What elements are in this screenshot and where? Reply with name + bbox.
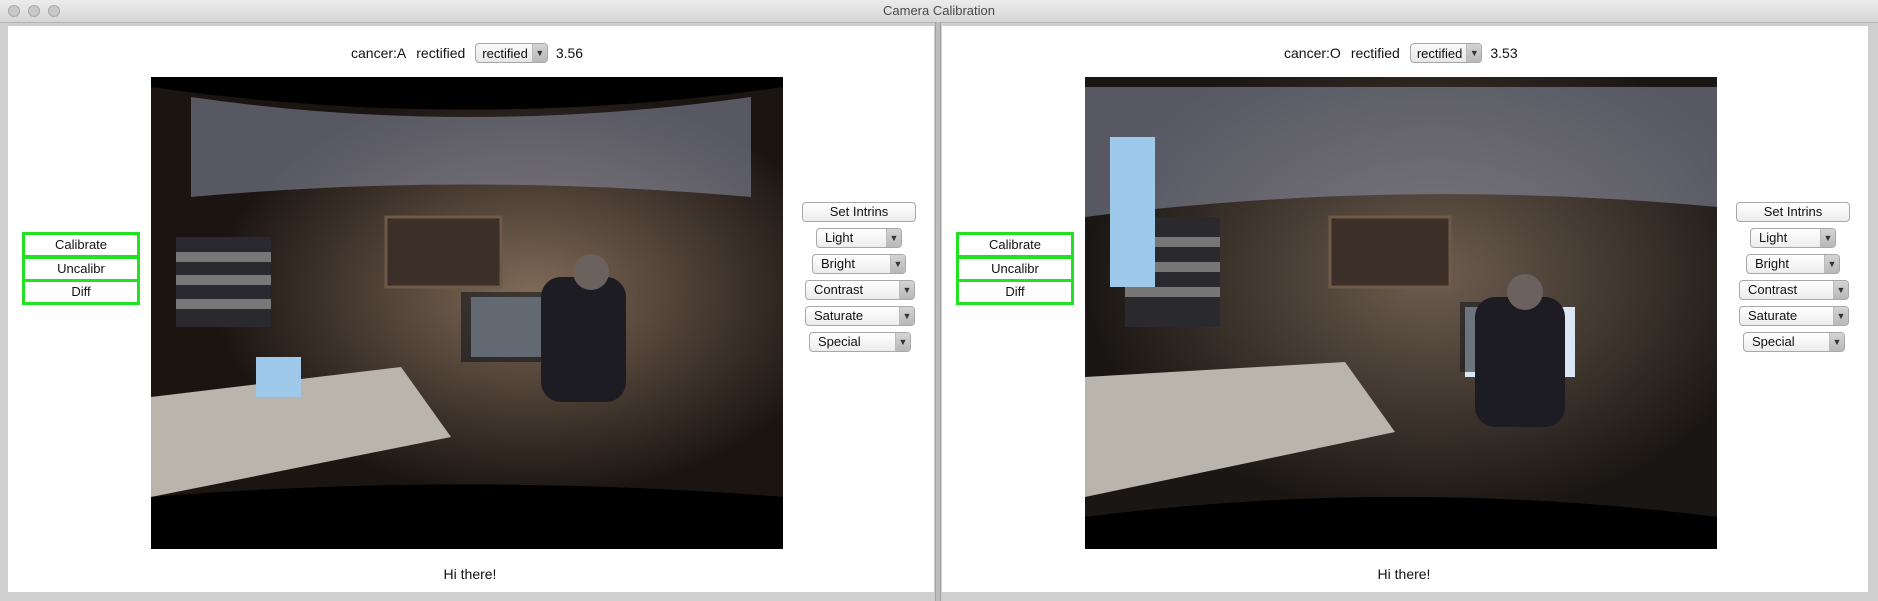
light-select[interactable]: Light ▼	[1750, 228, 1836, 248]
set-intrins-button[interactable]: Set Intrins	[802, 202, 916, 222]
window-title: Camera Calibration	[883, 3, 995, 18]
split-divider[interactable]	[935, 22, 941, 601]
bright-select-label: Bright	[821, 256, 855, 271]
diff-button[interactable]: Diff	[956, 279, 1074, 305]
saturate-select[interactable]: Saturate ▼	[805, 306, 915, 326]
calibration-score: 3.56	[555, 45, 584, 61]
contrast-select[interactable]: Contrast ▼	[1739, 280, 1849, 300]
light-select-label: Light	[825, 230, 854, 245]
pane-header: cancer:O rectified rectified ▼ 3.53	[1284, 42, 1518, 64]
chevron-down-icon: ▼	[1466, 44, 1482, 62]
set-intrins-button[interactable]: Set Intrins	[1736, 202, 1850, 222]
calibration-score: 3.53	[1490, 45, 1518, 61]
camera-pane-right: cancer:O rectified rectified ▼ 3.53 Cali…	[942, 26, 1868, 592]
special-select-label: Special	[818, 334, 861, 349]
chevron-down-icon: ▼	[899, 281, 914, 299]
chevron-down-icon: ▼	[1833, 281, 1848, 299]
contrast-select-label: Contrast	[814, 282, 864, 297]
diff-button[interactable]: Diff	[22, 279, 140, 305]
mode-select-value: rectified	[482, 45, 528, 61]
camera-name: cancer:A	[351, 45, 407, 61]
camera-name: cancer:O	[1284, 45, 1341, 61]
mode-label: rectified	[416, 45, 466, 61]
camera-pane-left: cancer:A rectified rectified ▼ 3.56 Cali…	[8, 26, 934, 592]
chevron-down-icon: ▼	[886, 229, 901, 247]
camera-frame	[151, 77, 783, 549]
camera-frame	[1085, 77, 1717, 549]
chevron-down-icon: ▼	[895, 333, 910, 351]
camera-image	[151, 77, 783, 549]
light-select-label: Light	[1759, 230, 1788, 245]
contrast-select-label: Contrast	[1748, 282, 1798, 297]
chevron-down-icon: ▼	[1820, 229, 1835, 247]
pane-header: cancer:A rectified rectified ▼ 3.56	[351, 42, 583, 64]
special-select[interactable]: Special ▼	[1743, 332, 1845, 352]
mode-select[interactable]: rectified ▼	[475, 43, 548, 63]
status-message: Hi there!	[1377, 566, 1431, 582]
saturate-select[interactable]: Saturate ▼	[1739, 306, 1849, 326]
calibrate-button[interactable]: Calibrate	[956, 232, 1074, 258]
calibrate-button[interactable]: Calibrate	[22, 232, 140, 258]
app-window: Camera Calibration cancer:A rectified re…	[0, 0, 1878, 601]
chevron-down-icon: ▼	[1833, 307, 1848, 325]
title-bar[interactable]: Camera Calibration	[0, 0, 1878, 23]
mode-label: rectified	[1350, 45, 1400, 61]
chevron-down-icon: ▼	[899, 307, 914, 325]
bright-select-label: Bright	[1755, 256, 1789, 271]
chevron-down-icon: ▼	[1829, 333, 1844, 351]
chevron-down-icon: ▼	[531, 44, 547, 62]
special-select-label: Special	[1752, 334, 1795, 349]
saturate-select-label: Saturate	[1748, 308, 1798, 323]
light-select[interactable]: Light ▼	[816, 228, 902, 248]
mode-select[interactable]: rectified ▼	[1409, 43, 1483, 63]
status-message: Hi there!	[443, 566, 497, 582]
saturate-select-label: Saturate	[814, 308, 864, 323]
chevron-down-icon: ▼	[890, 255, 905, 273]
camera-image	[1085, 77, 1717, 549]
contrast-select[interactable]: Contrast ▼	[805, 280, 915, 300]
chevron-down-icon: ▼	[1824, 255, 1839, 273]
special-select[interactable]: Special ▼	[809, 332, 911, 352]
bright-select[interactable]: Bright ▼	[812, 254, 906, 274]
bright-select[interactable]: Bright ▼	[1746, 254, 1840, 274]
mode-select-value: rectified	[1416, 45, 1463, 61]
